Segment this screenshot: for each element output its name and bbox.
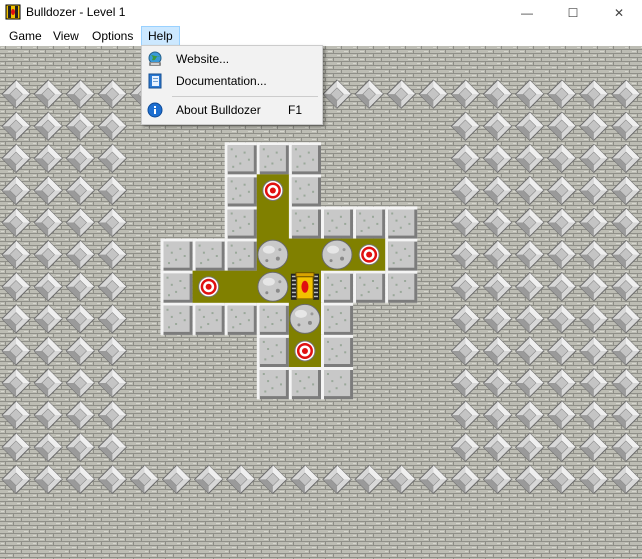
wall-block xyxy=(385,270,418,303)
close-button[interactable]: ✕ xyxy=(596,0,642,26)
menu-item-website[interactable]: Website... xyxy=(142,48,320,70)
wall-block xyxy=(321,334,354,367)
wall-block xyxy=(192,238,225,271)
info-icon xyxy=(147,102,163,118)
menu-game[interactable]: Game xyxy=(3,26,48,46)
target-icon xyxy=(294,340,316,362)
bulldozer-app-icon xyxy=(5,4,21,20)
menu-item-website-label: Website... xyxy=(176,52,230,66)
wall-block xyxy=(321,270,354,303)
menu-item-about-label: About Bulldozer xyxy=(176,103,261,117)
wall-block xyxy=(256,302,289,335)
wall-block xyxy=(224,206,257,239)
floor-tile xyxy=(288,238,322,272)
wall-block xyxy=(353,206,386,239)
rock-boulder xyxy=(321,239,353,270)
wall-block xyxy=(288,174,321,207)
wall-block xyxy=(160,302,193,335)
menu-item-documentation[interactable]: Documentation... xyxy=(142,70,320,92)
menu-item-about[interactable]: About Bulldozer F1 xyxy=(142,99,320,121)
globe-icon xyxy=(147,51,163,67)
wall-block xyxy=(288,206,321,239)
wall-block xyxy=(288,367,321,400)
floor-tile xyxy=(256,206,290,240)
menu-separator xyxy=(172,96,318,97)
wall-block xyxy=(224,174,257,207)
window-title: Bulldozer - Level 1 xyxy=(26,5,126,19)
wall-block xyxy=(385,206,418,239)
menu-view[interactable]: View xyxy=(47,26,85,46)
wall-block xyxy=(321,206,354,239)
minimize-button[interactable]: — xyxy=(504,0,550,26)
wall-block xyxy=(321,367,354,400)
target-icon xyxy=(262,179,284,201)
wall-block xyxy=(224,238,257,271)
menu-help[interactable]: Help xyxy=(141,26,180,46)
wall-block xyxy=(224,142,257,175)
wall-block xyxy=(192,302,225,335)
wall-block xyxy=(224,302,257,335)
wall-block xyxy=(288,142,321,175)
wall-block xyxy=(353,270,386,303)
wall-block xyxy=(256,142,289,175)
rock-boulder xyxy=(257,239,289,270)
wall-block xyxy=(321,302,354,335)
rock-boulder xyxy=(289,303,321,334)
wall-block xyxy=(160,238,193,271)
maximize-button[interactable]: ☐ xyxy=(550,0,596,26)
floor-tile xyxy=(224,270,258,304)
menu-item-about-shortcut: F1 xyxy=(288,103,303,117)
help-dropdown-menu: Website... Documentation... About Bulldo… xyxy=(141,45,323,125)
target-icon xyxy=(198,276,220,298)
menu-item-documentation-label: Documentation... xyxy=(176,74,267,88)
wall-block xyxy=(385,238,418,271)
wall-block xyxy=(160,270,193,303)
menu-bar: Game View Options Help xyxy=(0,26,642,46)
title-bar: Bulldozer - Level 1 — ☐ ✕ xyxy=(0,0,642,26)
wall-block xyxy=(256,367,289,400)
bulldozer-player xyxy=(290,272,319,300)
rock-boulder xyxy=(257,271,289,302)
book-icon xyxy=(147,73,163,89)
target-icon xyxy=(358,244,380,266)
menu-options[interactable]: Options xyxy=(86,26,139,46)
wall-block xyxy=(256,334,289,367)
